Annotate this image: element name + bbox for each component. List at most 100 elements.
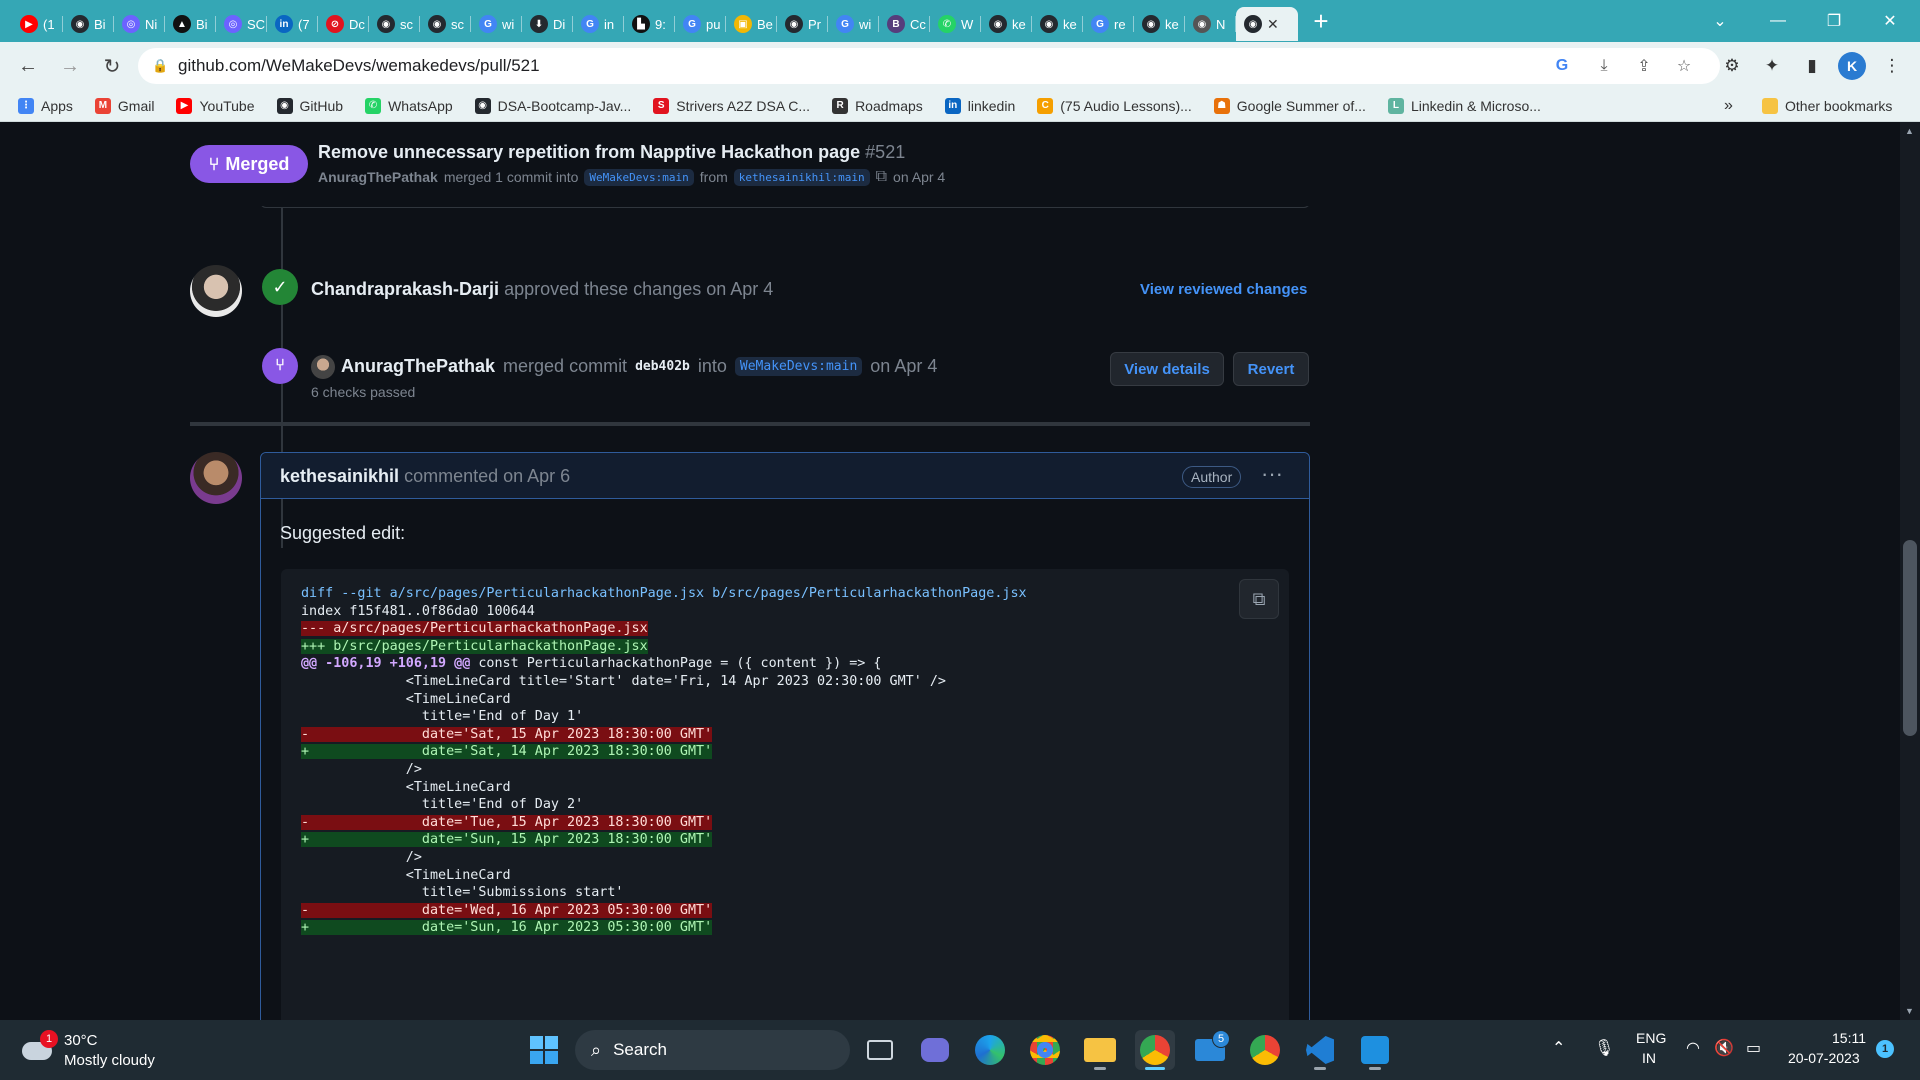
address-bar[interactable]: 🔒 github.com/WeMakeDevs/wemakedevs/pull/… (138, 48, 1720, 84)
bookmark-item[interactable]: in linkedin (944, 97, 1015, 114)
vscode-icon[interactable] (1300, 1030, 1340, 1070)
notification-badge[interactable]: 1 (1876, 1040, 1894, 1058)
browser-tab[interactable]: ◉ ke (1032, 7, 1083, 41)
pr-author-link[interactable]: AnuragThePathak (318, 169, 438, 185)
show-hidden-icons[interactable]: ⌃ (1552, 1038, 1565, 1058)
file-explorer-icon[interactable] (1080, 1030, 1120, 1070)
comment-author-link[interactable]: kethesainikhil (280, 466, 399, 486)
page-scrollbar[interactable]: ▲ ▼ (1900, 122, 1920, 1020)
head-branch[interactable]: kethesainikhil:main (733, 168, 870, 186)
wifi-icon[interactable]: ◠ (1686, 1038, 1700, 1058)
browser-tab[interactable]: ▶ (1 (12, 7, 63, 41)
tab-search-icon[interactable]: ⌄ (1692, 0, 1748, 42)
bookmark-item[interactable]: S Strivers A2Z DSA C... (653, 97, 810, 114)
view-details-button[interactable]: View details (1110, 352, 1224, 386)
browser-tab[interactable]: ◉ Bi (63, 7, 114, 41)
url-text[interactable]: github.com/WeMakeDevs/wemakedevs/pull/52… (178, 56, 540, 76)
clock-date[interactable]: 20-07-2023 (1788, 1050, 1860, 1066)
merger-link[interactable]: AnuragThePathak (341, 356, 495, 377)
extension-icon[interactable]: ⚙ (1718, 52, 1746, 80)
other-bookmarks[interactable]: Other bookmarks (1762, 97, 1892, 114)
browser-tab[interactable]: ◉ ke (1134, 7, 1185, 41)
browser-tab[interactable]: ▲ Bi (165, 7, 216, 41)
paint-icon[interactable] (1355, 1030, 1395, 1070)
browser-tab[interactable]: ◉ sc (369, 7, 420, 41)
browser-tab[interactable]: Gwi (828, 7, 879, 41)
browser-tab[interactable]: Gin (573, 7, 624, 41)
tab-active[interactable]: ◉ ✕ (1236, 7, 1298, 41)
taskbar-search[interactable]: ⌕ Search (575, 1030, 850, 1070)
browser-tab[interactable]: ▙ 9: (624, 7, 675, 41)
browser-tab[interactable]: ⊘ Dc (318, 7, 369, 41)
base-branch[interactable]: WeMakeDevs:main (584, 168, 694, 186)
comment-menu-icon[interactable]: ··· (1261, 461, 1283, 487)
view-reviewed-changes-link[interactable]: View reviewed changes (1140, 281, 1307, 298)
commit-sha-link[interactable]: deb402b (635, 359, 690, 374)
bookmark-star-icon[interactable]: ☆ (1674, 56, 1694, 76)
share-icon[interactable]: ⇪ (1634, 56, 1654, 76)
browser-tab[interactable]: B Cc (879, 7, 930, 41)
side-panel-icon[interactable]: ▮ (1798, 52, 1826, 80)
copy-icon[interactable]: ⧉ (876, 168, 887, 186)
browser-tab[interactable]: Gwi (471, 7, 522, 41)
browser-tab[interactable]: ⬇ Di (522, 7, 573, 41)
scroll-up-icon[interactable]: ▲ (1905, 126, 1914, 136)
merge-branch[interactable]: WeMakeDevs:main (734, 357, 863, 376)
copy-code-button[interactable]: ⧉ (1239, 579, 1279, 619)
browser-tab[interactable]: ✆ W (930, 7, 981, 41)
reload-button[interactable]: ↻ (94, 48, 130, 84)
bookmark-item[interactable]: ☗ Google Summer of... (1213, 97, 1366, 114)
browser-tab[interactable]: ◎ SC (216, 7, 267, 41)
comment-meta[interactable]: commented on Apr 6 (404, 466, 570, 486)
weather-temp[interactable]: 30°C (64, 1032, 98, 1049)
microphone-icon[interactable]: 🎙 (1594, 1038, 1614, 1058)
browser-tab[interactable]: in (7 (267, 7, 318, 41)
chrome-menu-icon[interactable]: ⋮ (1878, 52, 1906, 80)
profile-avatar[interactable]: K (1838, 52, 1866, 80)
forward-button[interactable]: → (52, 48, 88, 84)
edge-icon[interactable] (970, 1030, 1010, 1070)
close-tab-icon[interactable]: ✕ (1267, 16, 1279, 33)
bookmark-item[interactable]: L Linkedin & Microso... (1387, 97, 1541, 114)
bookmarks-overflow-icon[interactable]: » (1724, 97, 1733, 115)
avatar[interactable] (190, 452, 242, 504)
close-window-button[interactable]: ✕ (1862, 0, 1918, 42)
language-bottom[interactable]: IN (1642, 1050, 1656, 1066)
google-lens-icon[interactable]: G (1552, 56, 1572, 76)
reviewer-link[interactable]: Chandraprakash-Darji (311, 279, 499, 299)
back-button[interactable]: ← (10, 48, 46, 84)
language-top[interactable]: ENG (1636, 1030, 1666, 1046)
browser-tab[interactable]: ◉ N (1185, 7, 1236, 41)
avatar[interactable] (311, 355, 335, 379)
task-view-icon[interactable] (860, 1030, 900, 1070)
bookmark-item[interactable]: R Roadmaps (832, 97, 923, 114)
bookmark-item[interactable]: ⋮ Apps (18, 97, 73, 114)
bookmark-item[interactable]: ◉ GitHub (276, 97, 343, 114)
weather-desc[interactable]: Mostly cloudy (64, 1052, 155, 1069)
bookmark-item[interactable]: M Gmail (94, 97, 154, 114)
install-app-icon[interactable]: ⤓ (1594, 56, 1614, 76)
clock-time[interactable]: 15:11 (1832, 1030, 1866, 1046)
bookmark-item[interactable]: ✆ WhatsApp (365, 97, 453, 114)
scroll-down-icon[interactable]: ▼ (1905, 1006, 1914, 1016)
revert-button[interactable]: Revert (1233, 352, 1309, 386)
browser-tab[interactable]: ◉ ke (981, 7, 1032, 41)
scrollbar-thumb[interactable] (1903, 540, 1917, 736)
weather-widget[interactable]: 1 (20, 1030, 60, 1070)
start-button[interactable] (524, 1030, 564, 1070)
browser-tab[interactable]: Gre (1083, 7, 1134, 41)
browser-tab[interactable]: ◉ Pr (777, 7, 828, 41)
extensions-puzzle-icon[interactable]: ✦ (1758, 52, 1786, 80)
battery-icon[interactable]: ▭ (1746, 1038, 1761, 1058)
new-tab-button[interactable]: + (1304, 4, 1338, 38)
chrome-alt-icon[interactable] (1245, 1030, 1285, 1070)
volume-muted-icon[interactable]: 🔇 (1714, 1038, 1734, 1058)
chrome-profile-icon[interactable] (1135, 1030, 1175, 1070)
browser-tab[interactable]: ◉ sc (420, 7, 471, 41)
bookmark-item[interactable]: ◉ DSA-Bootcamp-Jav... (474, 97, 631, 114)
mail-icon[interactable]: 5 (1190, 1030, 1230, 1070)
bookmark-item[interactable]: C (75 Audio Lessons)... (1037, 97, 1192, 114)
browser-tab[interactable]: Gpu (675, 7, 726, 41)
restore-button[interactable]: ❐ (1806, 0, 1862, 42)
chrome-icon[interactable] (1025, 1030, 1065, 1070)
